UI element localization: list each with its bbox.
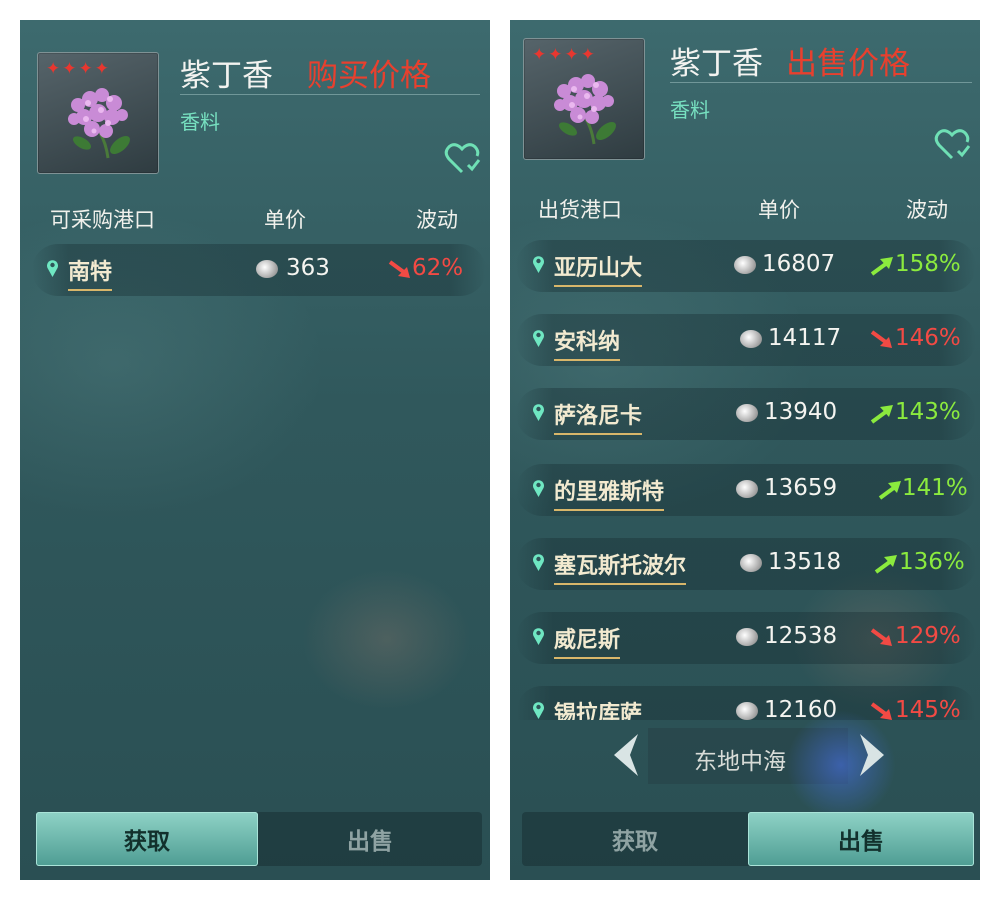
- rarity-stars: ✦✦✦✦: [46, 59, 111, 79]
- map-pin-icon: [533, 404, 544, 421]
- port-name-link[interactable]: 亚历山大: [554, 250, 643, 287]
- table-row[interactable]: 威尼斯 12538 129%: [516, 612, 976, 664]
- col-header-port: 可采购港口: [50, 208, 155, 232]
- silver-coin-icon: [736, 702, 758, 720]
- table-row[interactable]: 的里雅斯特 13659 141%: [516, 464, 976, 516]
- silver-coin-icon: [736, 628, 758, 646]
- port-name-link[interactable]: 萨洛尼卡: [554, 398, 643, 435]
- port-name-link[interactable]: 南特: [68, 254, 113, 291]
- table-row[interactable]: 萨洛尼卡 13940 143%: [516, 388, 976, 440]
- table-row[interactable]: 亚历山大 16807 158%: [516, 240, 976, 292]
- table-row[interactable]: 南特 363 62%: [32, 244, 486, 296]
- unit-price: 13659: [764, 475, 838, 501]
- rarity-stars: ✦✦✦✦: [532, 45, 597, 65]
- trend-down-icon: [870, 628, 892, 646]
- unit-price: 14117: [768, 325, 842, 351]
- table-row[interactable]: 安科纳 14117 146%: [516, 314, 976, 366]
- tab-acquire[interactable]: 获取: [522, 812, 748, 866]
- next-region-arrow-icon[interactable]: [856, 732, 890, 778]
- unit-price: 13940: [764, 399, 838, 425]
- price-change: 62%: [412, 255, 464, 281]
- heart-check-icon[interactable]: [934, 128, 972, 162]
- trend-up-icon: [874, 555, 897, 574]
- unit-price: 363: [286, 255, 330, 281]
- item-thumbnail: ✦✦✦✦: [37, 52, 159, 174]
- price-type-label: 购买价格: [307, 58, 431, 94]
- price-change: 129%: [895, 623, 961, 649]
- item-name: 紫丁香: [670, 46, 763, 82]
- item-category: 香料: [670, 98, 710, 122]
- region-name: 东地中海: [694, 749, 786, 775]
- tab-sell[interactable]: 出售: [748, 812, 974, 866]
- col-header-port: 出货港口: [538, 198, 622, 222]
- tab-acquire[interactable]: 获取: [36, 812, 258, 866]
- prev-region-arrow-icon[interactable]: [608, 732, 642, 778]
- port-name-link[interactable]: 的里雅斯特: [554, 474, 665, 511]
- price-change: 136%: [899, 549, 965, 575]
- price-change: 143%: [895, 399, 961, 425]
- silver-coin-icon: [256, 260, 278, 278]
- list-viewport-bottom: 锡拉库萨 12160 145%: [510, 680, 980, 720]
- item-category: 香料: [180, 110, 220, 134]
- price-change: 141%: [902, 475, 968, 501]
- trend-up-icon: [878, 481, 901, 500]
- silver-coin-icon: [734, 256, 756, 274]
- map-pin-icon: [533, 554, 544, 571]
- header-divider: [670, 82, 972, 83]
- silver-coin-icon: [736, 404, 758, 422]
- buy-price-panel: ✦✦✦✦ 紫丁香 购买价格 香料 可采购港口 单价 波动 南特 363 62% …: [20, 20, 490, 880]
- map-pin-icon: [533, 480, 544, 497]
- silver-coin-icon: [736, 480, 758, 498]
- silver-coin-icon: [740, 554, 762, 572]
- col-header-change: 波动: [416, 208, 458, 232]
- map-pin-icon: [533, 330, 544, 347]
- heart-check-icon[interactable]: [444, 142, 482, 176]
- price-change: 145%: [895, 697, 961, 720]
- sell-price-panel: ✦✦✦✦ 紫丁香 出售价格 香料 出货港口 单价 波动 亚历山大 16807 1…: [510, 20, 980, 880]
- trend-down-icon: [870, 702, 892, 720]
- header-divider: [180, 94, 480, 95]
- trend-down-icon: [388, 260, 410, 278]
- map-pin-icon: [533, 256, 544, 273]
- port-name-link[interactable]: 威尼斯: [554, 622, 621, 659]
- table-row[interactable]: 塞瓦斯托波尔 13518 136%: [516, 538, 976, 590]
- unit-price: 16807: [762, 251, 836, 277]
- unit-price: 13518: [768, 549, 842, 575]
- silver-coin-icon: [740, 330, 762, 348]
- trend-up-icon: [870, 257, 893, 276]
- tab-sell[interactable]: 出售: [258, 812, 482, 866]
- price-change: 146%: [895, 325, 961, 351]
- map-pin-icon: [533, 628, 544, 645]
- item-thumbnail: ✦✦✦✦: [523, 38, 645, 160]
- col-header-price: 单价: [758, 198, 800, 222]
- port-name-link[interactable]: 锡拉库萨: [554, 696, 642, 720]
- map-pin-icon: [533, 702, 544, 719]
- port-name-link[interactable]: 塞瓦斯托波尔: [554, 548, 687, 585]
- tab-bar: 获取 出售: [36, 812, 482, 866]
- price-change: 158%: [895, 251, 961, 277]
- col-header-change: 波动: [906, 198, 948, 222]
- item-name: 紫丁香: [180, 58, 273, 94]
- map-pin-icon: [47, 260, 58, 277]
- trend-up-icon: [870, 405, 893, 424]
- col-header-price: 单价: [264, 208, 306, 232]
- port-name-link[interactable]: 安科纳: [554, 324, 621, 361]
- price-type-label: 出售价格: [786, 46, 910, 82]
- trend-down-icon: [870, 330, 892, 348]
- unit-price: 12538: [764, 623, 838, 649]
- table-row[interactable]: 锡拉库萨 12160 145%: [516, 686, 976, 720]
- tab-bar: 获取 出售: [522, 812, 974, 866]
